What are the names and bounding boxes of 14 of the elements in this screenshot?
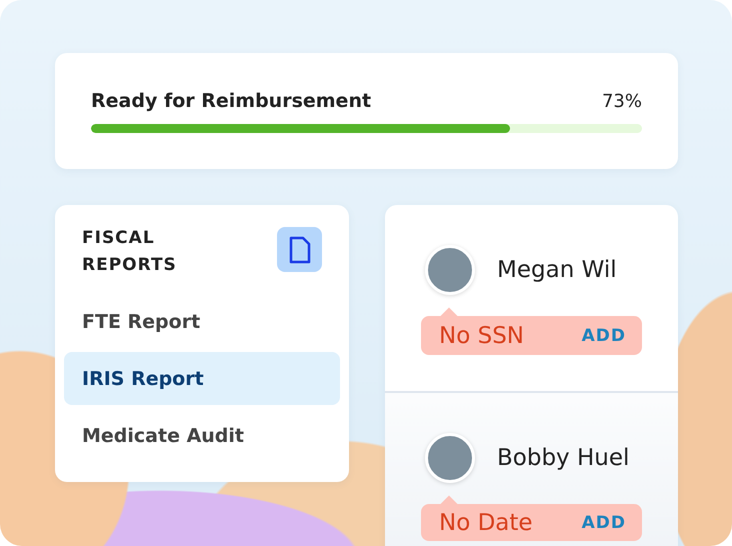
avatar [425, 433, 475, 483]
document-button[interactable] [277, 227, 322, 272]
report-item[interactable]: FTE Report [64, 295, 340, 348]
avatar [425, 245, 475, 295]
report-item[interactable]: Medicate Audit [64, 409, 340, 462]
progress-label: Ready for Reimbursement [91, 90, 372, 112]
progress-percent: 73% [602, 90, 642, 112]
report-item[interactable]: IRIS Report [64, 352, 340, 405]
document-icon [288, 236, 310, 264]
missing-info-text: No Date [439, 510, 533, 536]
person-name: Megan Wil [497, 257, 617, 283]
person-name: Bobby Huel [497, 445, 630, 471]
missing-info-text: No SSN [439, 322, 524, 348]
reports-title: FISCAL REPORTS [82, 227, 178, 277]
